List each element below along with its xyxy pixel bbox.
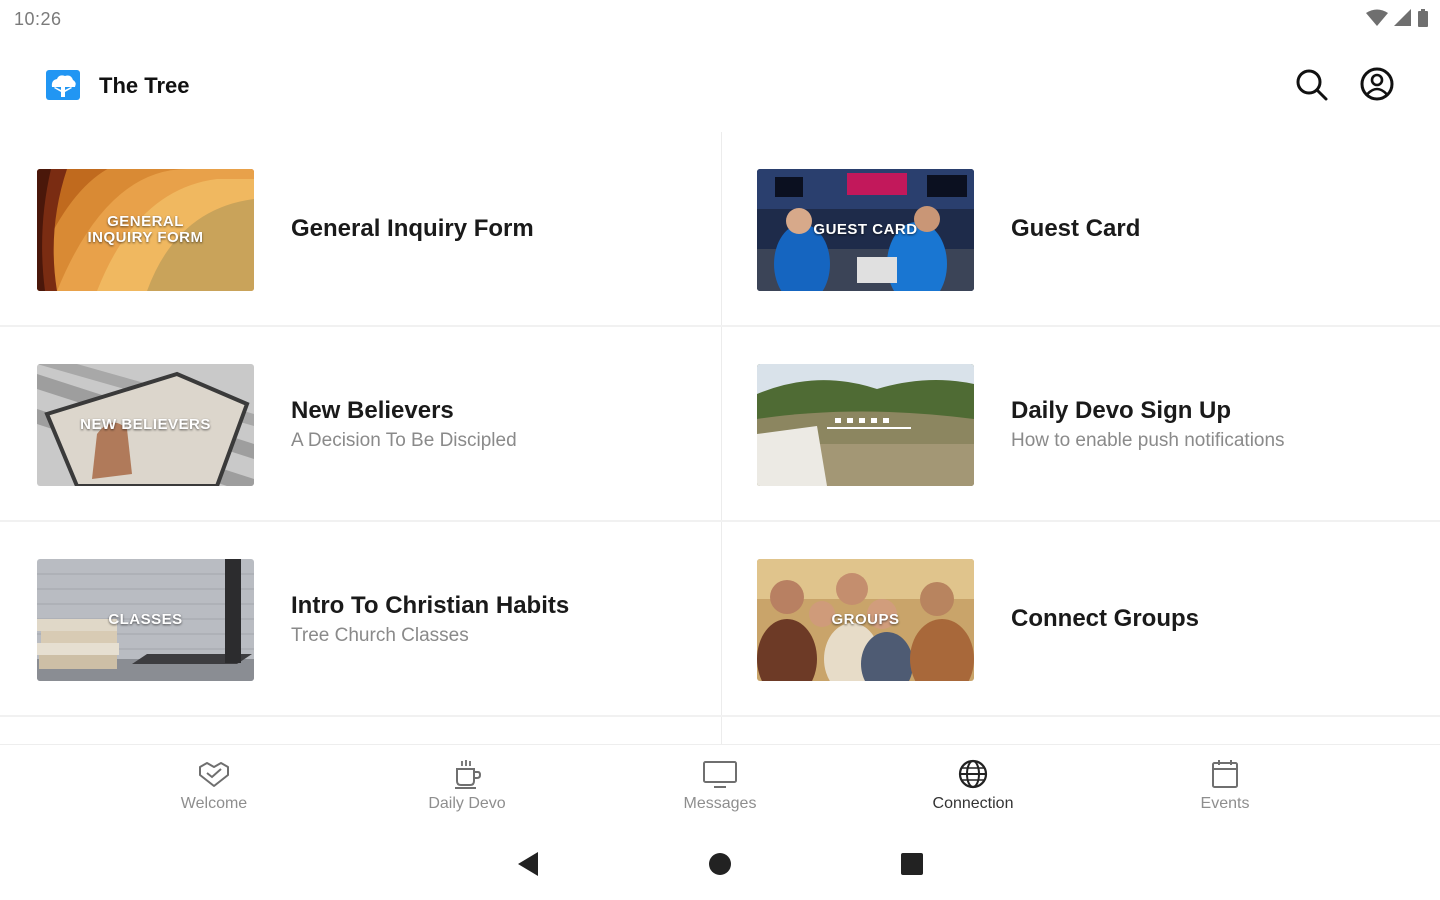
nav-label: Events bbox=[1200, 795, 1250, 812]
search-button[interactable] bbox=[1293, 66, 1329, 102]
card-title: Daily Devo Sign Up bbox=[1011, 396, 1232, 424]
card-intro-to-christian-habits[interactable]: CLASSES Intro To Christian Habits Tree C… bbox=[0, 522, 720, 716]
card-thumbnail: GUEST CARD bbox=[757, 169, 974, 291]
thumbnail-label: GUEST CARD bbox=[813, 221, 918, 238]
globe-icon bbox=[958, 759, 988, 789]
card-title: Guest Card bbox=[1011, 215, 1141, 242]
home-icon bbox=[709, 853, 731, 875]
card-title: Intro To Christian Habits bbox=[291, 591, 570, 619]
card-general-inquiry-form[interactable]: GENERAL INQUIRY FORM General Inquiry For… bbox=[0, 132, 720, 326]
card-title: New Believers bbox=[291, 396, 454, 424]
thumbnail-label: CLASSES bbox=[108, 611, 183, 628]
nav-label: Messages bbox=[683, 795, 757, 812]
card-thumbnail bbox=[757, 364, 974, 486]
system-navigation-bar bbox=[0, 830, 1440, 900]
card-thumbnail: NEW BELIEVERS bbox=[37, 364, 254, 486]
status-time: 10:26 bbox=[14, 9, 62, 29]
wifi-icon bbox=[1366, 9, 1388, 26]
thumbnail-label: GROUPS bbox=[831, 611, 900, 628]
nav-label: Connection bbox=[932, 795, 1014, 812]
card-thumbnail: CLASSES bbox=[37, 559, 254, 681]
search-icon bbox=[1296, 69, 1328, 101]
battery-icon bbox=[1418, 9, 1428, 27]
card-thumbnail: GROUPS bbox=[757, 559, 974, 681]
card-title: General Inquiry Form bbox=[291, 215, 534, 242]
status-bar: 10:26 bbox=[0, 0, 1440, 40]
content-grid: GENERAL INQUIRY FORM General Inquiry For… bbox=[0, 132, 1440, 744]
app-title: The Tree bbox=[99, 73, 190, 98]
app-bar: The Tree bbox=[0, 40, 1440, 130]
welcome-heart-icon bbox=[199, 762, 229, 787]
thumbnail-label: NEW BELIEVERS bbox=[80, 416, 211, 433]
monitor-icon bbox=[703, 761, 737, 788]
nav-item-welcome[interactable]: Welcome bbox=[134, 759, 294, 821]
calendar-icon bbox=[1212, 760, 1238, 788]
card-connect-groups[interactable]: GROUPS Connect Groups bbox=[720, 522, 1440, 716]
system-recents-button[interactable] bbox=[898, 850, 926, 878]
card-thumbnail: GENERAL INQUIRY FORM bbox=[37, 169, 254, 291]
signal-icon bbox=[1394, 9, 1411, 26]
system-back-button[interactable] bbox=[514, 850, 542, 878]
card-guest-card[interactable]: GUEST CARD Guest Card bbox=[720, 132, 1440, 326]
nav-item-connection[interactable]: Connection bbox=[893, 759, 1053, 821]
card-title: Connect Groups bbox=[1011, 605, 1200, 632]
recents-icon bbox=[901, 853, 923, 875]
account-button[interactable] bbox=[1359, 66, 1395, 102]
system-home-button[interactable] bbox=[706, 850, 734, 878]
nav-label: Daily Devo bbox=[428, 795, 506, 812]
nav-item-events[interactable]: Events bbox=[1145, 759, 1305, 821]
card-new-believers[interactable]: NEW BELIEVERS New Believers A Decision T… bbox=[0, 327, 720, 521]
account-circle-icon bbox=[1360, 67, 1394, 101]
coffee-cup-icon bbox=[455, 760, 482, 789]
thumbnail-label: GENERAL INQUIRY FORM bbox=[87, 213, 204, 246]
card-daily-devo-sign-up[interactable]: Daily Devo Sign Up How to enable push no… bbox=[720, 327, 1440, 521]
nav-item-messages[interactable]: Messages bbox=[640, 759, 800, 821]
nav-item-daily-devo[interactable]: Daily Devo bbox=[387, 759, 547, 821]
nav-label: Welcome bbox=[180, 795, 248, 812]
card-subtitle: A Decision To Be Discipled bbox=[291, 429, 517, 451]
tree-logo-icon bbox=[46, 70, 80, 100]
card-subtitle: Tree Church Classes bbox=[291, 624, 469, 646]
status-icons bbox=[1366, 9, 1428, 27]
bottom-navigation: Welcome Daily Devo Messages Connection E… bbox=[0, 744, 1440, 830]
card-subtitle: How to enable push notifications bbox=[1011, 429, 1285, 451]
back-icon bbox=[518, 852, 538, 876]
